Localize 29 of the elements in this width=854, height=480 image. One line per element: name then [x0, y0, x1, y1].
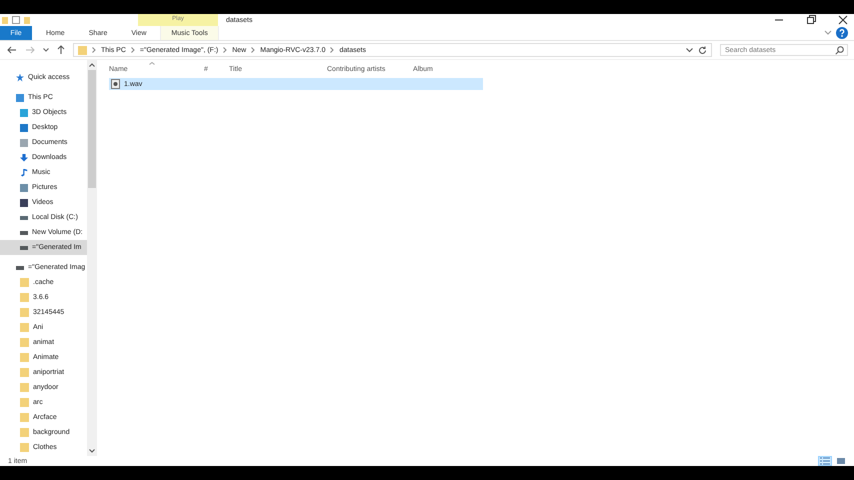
drive-icon	[20, 230, 28, 234]
chevron-right-icon	[92, 47, 96, 53]
recent-locations-icon[interactable]	[43, 48, 49, 52]
large-icons-view-button[interactable]	[834, 456, 848, 466]
up-arrow-icon[interactable]	[57, 45, 65, 55]
chevron-icon[interactable]	[824, 30, 832, 36]
help-icon[interactable]	[836, 27, 848, 39]
search-icon[interactable]	[835, 46, 844, 54]
chevron-right-icon	[251, 47, 256, 53]
chevron-right-icon	[130, 47, 135, 53]
scrollbar-thumb[interactable]	[88, 70, 96, 188]
sort-caret-icon	[149, 62, 155, 65]
chevron-right-icon	[223, 47, 228, 53]
back-arrow-icon[interactable]	[7, 46, 17, 54]
music-icon	[20, 168, 28, 176]
details-view-button[interactable]	[818, 456, 832, 466]
drive-icon	[16, 266, 24, 270]
folder-icon	[78, 46, 87, 54]
refresh-icon[interactable]	[698, 46, 707, 54]
quick-access-toolbar-icon[interactable]	[0, 16, 30, 24]
audio-file-icon	[111, 79, 120, 89]
download-icon	[20, 154, 28, 162]
dropdown-icon[interactable]	[686, 48, 693, 52]
chevron-right-icon	[330, 47, 334, 53]
drive-icon	[20, 246, 28, 250]
scroll-up-icon[interactable]	[89, 63, 95, 67]
restore-icon[interactable]	[806, 15, 816, 25]
close-icon[interactable]	[838, 15, 848, 25]
scroll-down-icon[interactable]	[89, 449, 95, 453]
